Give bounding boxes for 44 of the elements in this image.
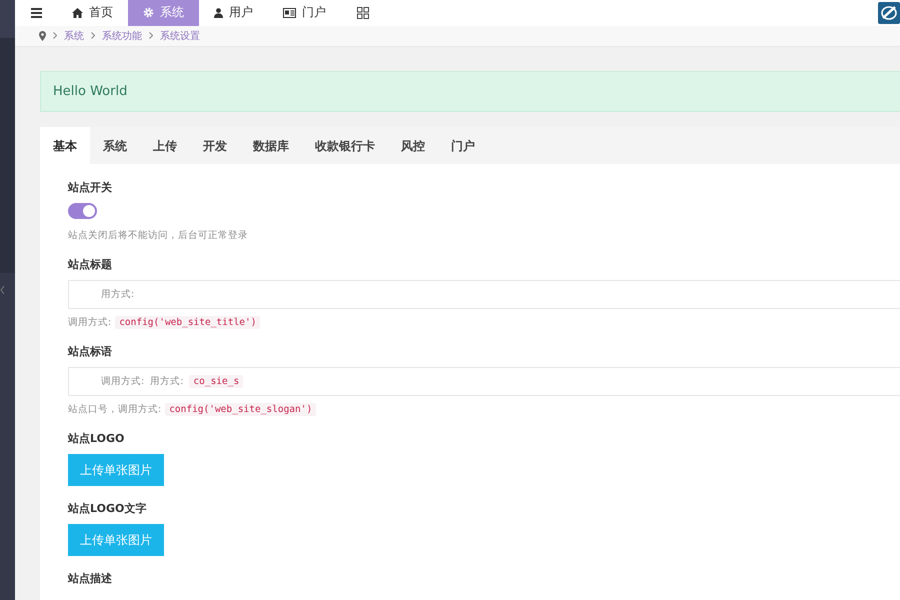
help-text: 调用方式: <box>68 316 112 329</box>
nav-tab[interactable]: 用户 <box>199 0 268 26</box>
toggle-switch[interactable] <box>68 203 97 219</box>
menu-icon[interactable] <box>30 8 42 18</box>
grid-icon[interactable] <box>357 6 369 19</box>
ghost-text: 用方式: <box>150 375 184 388</box>
code-snippet: co_sie_s <box>189 375 244 388</box>
tab[interactable]: 系统 <box>90 127 140 164</box>
nav-tab[interactable]: 门户 <box>268 0 341 26</box>
home-icon <box>72 8 83 18</box>
field-label: 站点标题 <box>68 257 113 272</box>
tab[interactable]: 门户 <box>438 127 488 164</box>
alert-message: Hello World <box>40 71 900 112</box>
input-field[interactable]: 用方式: <box>68 280 900 309</box>
field-label: 站点LOGO文字 <box>68 501 148 516</box>
id-card-icon <box>283 8 296 18</box>
field-label: 站点开关 <box>68 180 113 195</box>
tab[interactable]: 基本 <box>40 127 90 164</box>
tab[interactable]: 风控 <box>388 127 438 164</box>
ghost-text: 调用方式: <box>101 375 144 388</box>
help-text: 站点关闭后将不能访问，后台可正常登录 <box>68 229 248 242</box>
logo-icon[interactable] <box>878 2 900 24</box>
sidebar-header <box>0 0 15 38</box>
input-field[interactable]: 调用方式: 用方式: co_sie_s <box>68 367 900 396</box>
location-pin-icon <box>39 30 46 41</box>
help-text: 站点口号，调用方式: <box>68 403 162 416</box>
field-label: 站点标语 <box>68 344 113 359</box>
code-snippet: config('web_site_slogan') <box>165 403 316 416</box>
chevron-right-icon <box>149 32 153 40</box>
gear-icon <box>143 7 154 18</box>
breadcrumb-link[interactable]: 系统设置 <box>160 28 200 43</box>
field-label: 站点描述 <box>68 571 113 586</box>
nav-tab[interactable]: 首页 <box>57 0 128 26</box>
breadcrumb-link[interactable]: 系统 <box>64 28 84 43</box>
field-label: 站点LOGO <box>68 431 126 446</box>
tab[interactable]: 上传 <box>140 127 190 164</box>
tab[interactable]: 收款银行卡 <box>302 127 388 164</box>
chevron-right-icon <box>53 32 57 40</box>
breadcrumb-link[interactable]: 系统功能 <box>102 28 142 43</box>
user-icon <box>214 8 223 18</box>
tab[interactable]: 数据库 <box>240 127 302 164</box>
chevron-right-icon <box>91 32 95 40</box>
code-snippet: config('web_site_title') <box>115 316 260 329</box>
tab[interactable]: 开发 <box>190 127 240 164</box>
